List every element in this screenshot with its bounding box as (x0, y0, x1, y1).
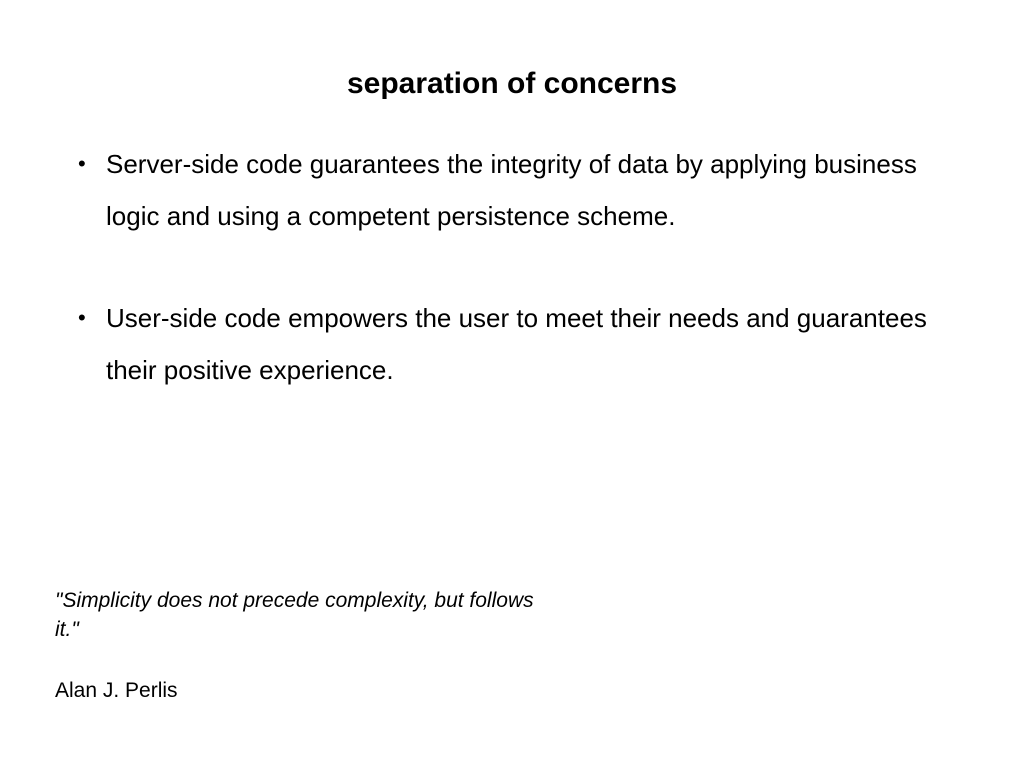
list-item: • User-side code empowers the user to me… (78, 292, 938, 396)
slide: separation of concerns • Server-side cod… (0, 0, 1024, 768)
quote: "Simplicity does not precede complexity,… (55, 589, 534, 641)
bullet-list: • Server-side code guarantees the integr… (78, 138, 938, 446)
slide-title: separation of concerns (346, 67, 678, 100)
bullet-icon: • (78, 151, 86, 176)
list-item: • Server-side code guarantees the integr… (78, 138, 938, 242)
bullet-text: Server-side code guarantees the integrit… (106, 149, 917, 231)
quote-author: Alan J. Perlis (55, 679, 178, 702)
bullet-text: User-side code empowers the user to meet… (106, 303, 927, 385)
bullet-icon: • (78, 305, 86, 330)
